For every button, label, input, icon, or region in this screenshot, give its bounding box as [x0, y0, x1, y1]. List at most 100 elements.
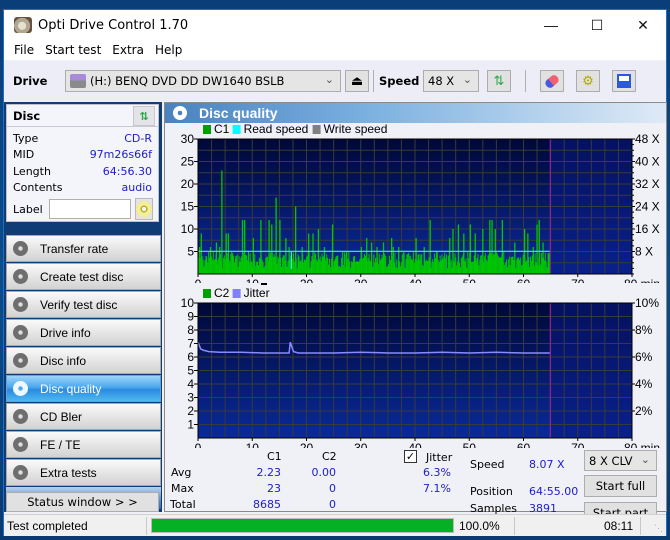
c1-bar — [223, 255, 225, 274]
c1-bar — [310, 261, 312, 274]
x-tick-label: 30 — [354, 441, 368, 448]
c1-bar — [402, 252, 404, 274]
c1-bar — [408, 252, 410, 274]
menu-start-test[interactable]: Start test — [40, 43, 106, 57]
position-value: 64:55.00 — [529, 485, 579, 498]
sidebar-item-transfer-rate[interactable]: Transfer rate — [6, 235, 161, 262]
disc-refresh-button[interactable]: ⇅ — [133, 106, 155, 126]
c1-bar — [388, 255, 390, 274]
save-button[interactable] — [612, 70, 636, 92]
c1-bar — [425, 259, 427, 274]
sidebar-item-disc-quality[interactable]: Disc quality — [6, 375, 161, 402]
c1-bar — [362, 258, 364, 274]
c1-bar — [543, 260, 545, 274]
stats-col-c1: C1 — [267, 450, 282, 463]
drive-select[interactable]: (H:) BENQ DVD DD DW1640 BSLB ⌄ — [65, 70, 341, 92]
sidebar-item-extra-tests[interactable]: Extra tests — [6, 459, 161, 486]
toolbar-separator — [525, 70, 526, 92]
minimize-button[interactable]: — — [528, 10, 574, 40]
speed-select[interactable]: 48 X ⌄ — [423, 70, 479, 92]
c1-bar — [417, 254, 419, 274]
sidebar-item-fe-te[interactable]: FE / TE — [6, 431, 161, 458]
menu-help[interactable]: Help — [150, 43, 187, 57]
c1-bar — [212, 251, 214, 274]
menu-file[interactable]: File — [9, 43, 39, 57]
settings-button[interactable]: ⚙ — [576, 70, 600, 92]
max-c2: 0 — [329, 482, 336, 495]
c1-bar — [374, 262, 376, 274]
y-tick-label: 5 — [187, 364, 194, 378]
sidebar-item-cd-bler[interactable]: CD Bler — [6, 403, 161, 430]
x-tick-label: 80 min — [624, 441, 660, 448]
disc-quality-panel: Disc quality C1Read speedWrite speed0102… — [164, 102, 667, 524]
x-tick-label: 60 — [517, 441, 531, 448]
c1-bar — [298, 256, 300, 274]
c1-bar — [350, 267, 352, 274]
c1-bar — [217, 260, 219, 274]
c1-bar — [530, 256, 532, 274]
jitter-checkbox[interactable]: ✓ — [404, 450, 417, 463]
drive-label: Drive — [13, 74, 48, 88]
disc-label-button[interactable] — [134, 198, 153, 220]
disc-label-input[interactable] — [48, 199, 131, 219]
c1-bar — [204, 260, 206, 274]
c1-bar — [401, 254, 403, 274]
c1-bar — [548, 253, 550, 274]
sidebar-item-label: Create test disc — [40, 269, 124, 284]
sidebar-item-drive-info[interactable]: Drive info — [6, 319, 161, 346]
cd-bler-icon — [13, 409, 28, 424]
legend-swatch — [232, 125, 241, 134]
position-label: Position — [470, 485, 513, 498]
refresh-button[interactable]: ⇅ — [487, 70, 511, 92]
c1-bar — [264, 265, 266, 274]
sidebar-item-disc-info[interactable]: Disc info — [6, 347, 161, 374]
panel-header: Disc quality — [165, 103, 666, 123]
c1-bar — [433, 261, 435, 274]
c1-bar — [511, 256, 513, 274]
eject-button[interactable]: ⏏ — [345, 70, 369, 92]
sidebar-item-create-test-disc[interactable]: Create test disc — [6, 263, 161, 290]
c1-bar — [461, 256, 463, 274]
x-tick-label: 70 — [571, 441, 585, 448]
test-speed-select[interactable]: 8 X CLV ⌄ — [584, 450, 657, 471]
disc-type-row: Type CD-R — [7, 130, 158, 147]
c1-bar — [375, 257, 377, 274]
c1-bar — [509, 265, 511, 274]
start-full-button[interactable]: Start full — [584, 475, 657, 497]
avg-label: Avg — [171, 466, 192, 479]
erase-button[interactable] — [540, 70, 564, 92]
c1-bar — [500, 257, 502, 274]
c1-bar — [466, 267, 468, 274]
speed-stat-value: 8.07 X — [529, 458, 565, 471]
c1-bar — [319, 256, 321, 274]
c1-bar — [446, 254, 448, 274]
c1-bar — [394, 252, 396, 274]
max-jitter: 7.1% — [423, 482, 451, 495]
c1-bar — [427, 260, 429, 274]
c1-bar — [521, 264, 523, 274]
status-window-button[interactable]: Status window > > — [6, 492, 159, 512]
c1-bar — [445, 258, 447, 274]
legend-label: C2 — [214, 286, 230, 300]
disc-contents-key: Contents — [13, 181, 63, 195]
close-button[interactable]: ✕ — [620, 10, 666, 40]
disc-mid-key: MID — [13, 148, 35, 162]
resize-grip-icon[interactable]: ⋱ — [654, 523, 663, 534]
maximize-button[interactable]: ☐ — [574, 10, 620, 40]
sidebar-item-verify-test-disc[interactable]: Verify test disc — [6, 291, 161, 318]
c1-bar — [399, 266, 401, 274]
c1-bar — [237, 266, 239, 274]
x-tick-label: 0 — [195, 441, 202, 448]
c1-bar — [300, 260, 302, 274]
y-tick-label: 2 — [187, 404, 194, 418]
drive-icon — [70, 74, 86, 88]
c1-bar — [239, 261, 241, 274]
c1-bar — [262, 261, 264, 274]
c1-bar — [240, 257, 242, 274]
disc-length-key: Length — [13, 164, 51, 178]
c1-bar — [233, 255, 235, 274]
menu-extra[interactable]: Extra — [107, 43, 149, 57]
legend-label: Write speed — [324, 123, 388, 136]
c1-bar — [304, 259, 306, 274]
chevron-down-icon: ⌄ — [324, 73, 334, 86]
